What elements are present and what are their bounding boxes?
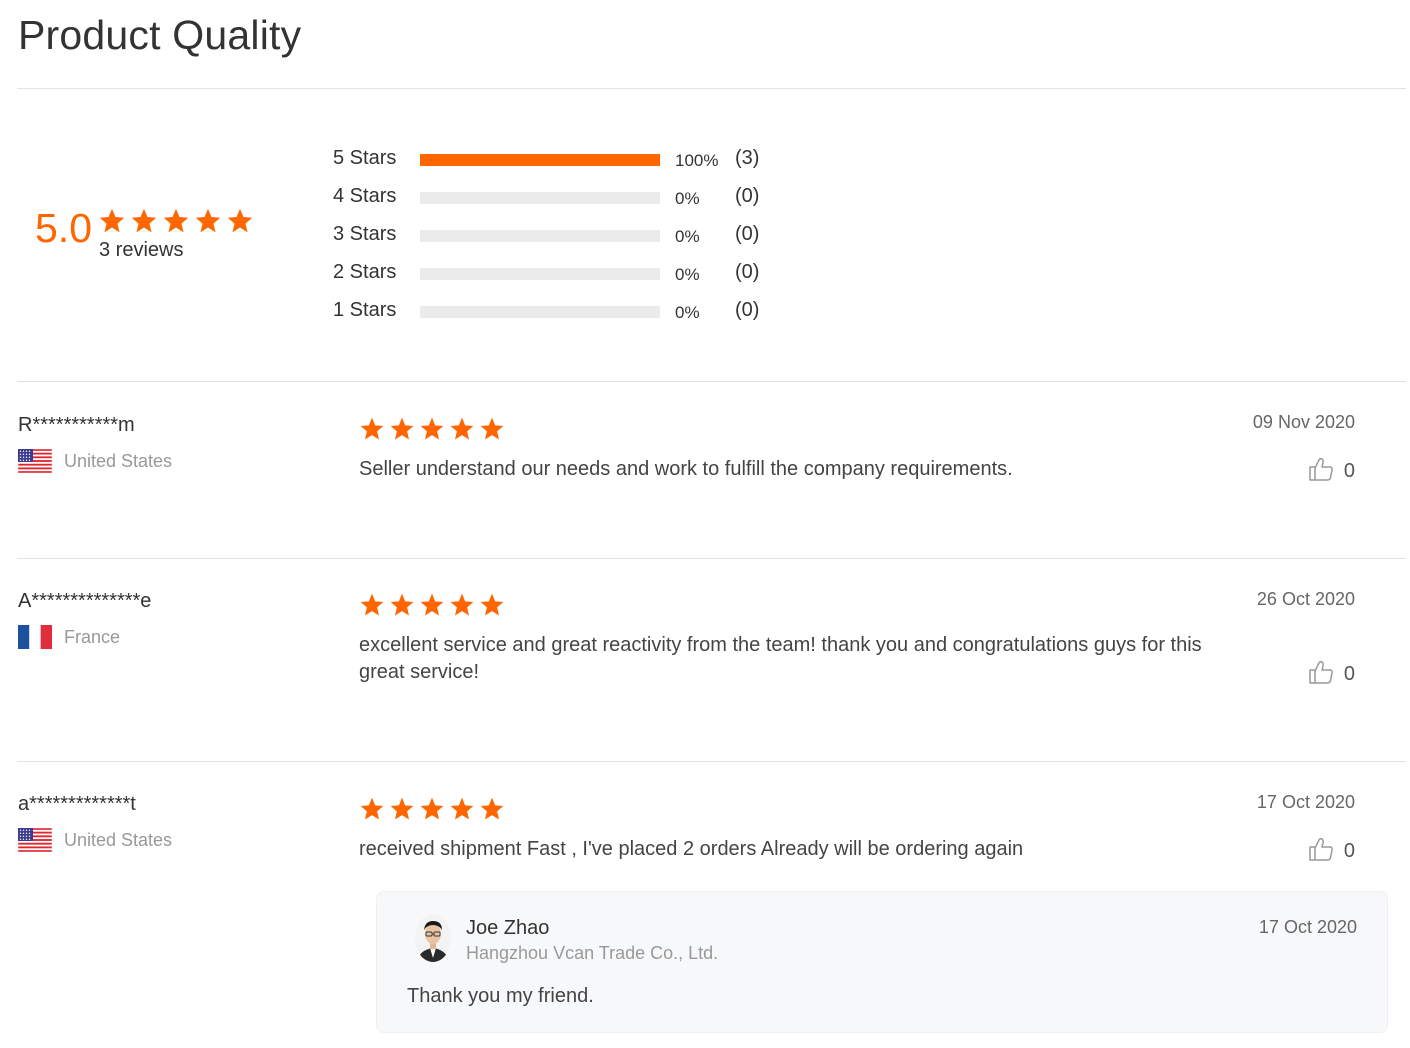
reviewer-country: United States [17,448,173,474]
reply-author-name: Joe Zhao [466,917,550,939]
us-flag-icon [17,448,53,474]
distribution-label: 4 Stars [333,185,397,207]
divider [17,558,1406,559]
rating-distribution: 5 Stars 100% (3) 4 Stars 0% (0) 3 Stars … [333,145,833,335]
distribution-bar [420,192,660,204]
reviewer-country: United States [17,827,173,853]
distribution-label: 1 Stars [333,299,397,321]
star-icon [130,207,158,235]
distribution-count: (0) [735,223,760,245]
page-title: Product Quality [18,12,302,58]
star-icon [98,207,126,235]
divider [17,381,1406,382]
divider [17,88,1406,89]
star-icon [389,416,415,442]
country-name: United States [64,450,173,471]
distribution-count: (0) [735,261,760,283]
distribution-row-4[interactable]: 4 Stars 0% (0) [333,183,833,221]
distribution-row-5[interactable]: 5 Stars 100% (3) [333,145,833,183]
distribution-bar [420,306,660,318]
distribution-row-3[interactable]: 3 Stars 0% (0) [333,221,833,259]
star-icon [162,207,190,235]
like-count: 0 [1343,460,1355,482]
distribution-count: (0) [735,185,760,207]
distribution-bar [420,230,660,242]
like-button[interactable]: 0 [1308,659,1355,690]
thumbs-up-icon [1308,456,1334,487]
distribution-label: 2 Stars [333,261,397,283]
thumbs-up-icon [1308,659,1334,690]
distribution-percent: 100% [675,151,719,170]
review-date: 09 Nov 2020 [1252,412,1355,432]
star-icon [226,207,254,235]
star-icon [359,796,385,822]
star-icon [479,416,505,442]
average-score: 5.0 [35,205,92,251]
reviewer-name: a*************t [18,793,136,815]
reply-text: Thank you my friend. [407,985,594,1007]
distribution-count: (0) [735,299,760,321]
like-count: 0 [1343,663,1355,685]
star-icon [419,796,445,822]
us-flag-icon [17,827,53,853]
star-icon [449,592,475,618]
thumbs-up-icon [1308,836,1334,867]
reviewer-country: France [18,625,120,649]
avatar [415,914,451,962]
country-name: France [64,626,121,647]
star-icon [194,207,222,235]
like-button[interactable]: 0 [1308,456,1355,487]
review-text: received shipment Fast , I've placed 2 o… [359,838,1024,860]
review-date: 17 Oct 2020 [1256,792,1355,812]
distribution-bar [420,268,660,280]
star-icon [479,592,505,618]
distribution-percent: 0% [675,189,700,208]
distribution-percent: 0% [675,265,700,284]
star-icon [479,796,505,822]
divider [17,761,1406,762]
star-icon [389,592,415,618]
distribution-percent: 0% [675,227,700,246]
distribution-label: 3 Stars [333,223,397,245]
france-flag-icon [18,625,52,649]
distribution-percent: 0% [675,303,700,322]
review-stars [359,416,505,442]
star-icon [419,592,445,618]
review-date: 26 Oct 2020 [1256,589,1355,609]
distribution-label: 5 Stars [333,147,397,169]
distribution-row-2[interactable]: 2 Stars 0% (0) [333,259,833,297]
reviewer-name: A**************e [18,590,152,612]
review-text: Seller understand our needs and work to … [359,458,1013,480]
distribution-bar [420,154,660,166]
reply-company-name: Hangzhou Vcan Trade Co., Ltd. [466,943,719,963]
review-stars [359,796,505,822]
seller-reply: Joe Zhao Hangzhou Vcan Trade Co., Ltd. 1… [376,891,1388,1033]
star-icon [359,416,385,442]
distribution-count: (3) [735,147,760,169]
star-icon [449,416,475,442]
star-icon [449,796,475,822]
star-icon [389,796,415,822]
reviewer-name: R***********m [18,414,135,436]
distribution-row-1[interactable]: 1 Stars 0% (0) [333,297,833,335]
like-count: 0 [1343,840,1355,862]
reply-date: 17 Oct 2020 [1258,917,1357,937]
distribution-bar-fill [420,154,660,166]
review-stars [359,592,505,618]
summary-stars [98,207,254,235]
star-icon [419,416,445,442]
country-name: United States [64,829,173,850]
review-text: excellent service and great reactivity f… [359,634,1202,683]
star-icon [359,592,385,618]
like-button[interactable]: 0 [1308,836,1355,867]
review-count: 3 reviews [99,239,184,261]
